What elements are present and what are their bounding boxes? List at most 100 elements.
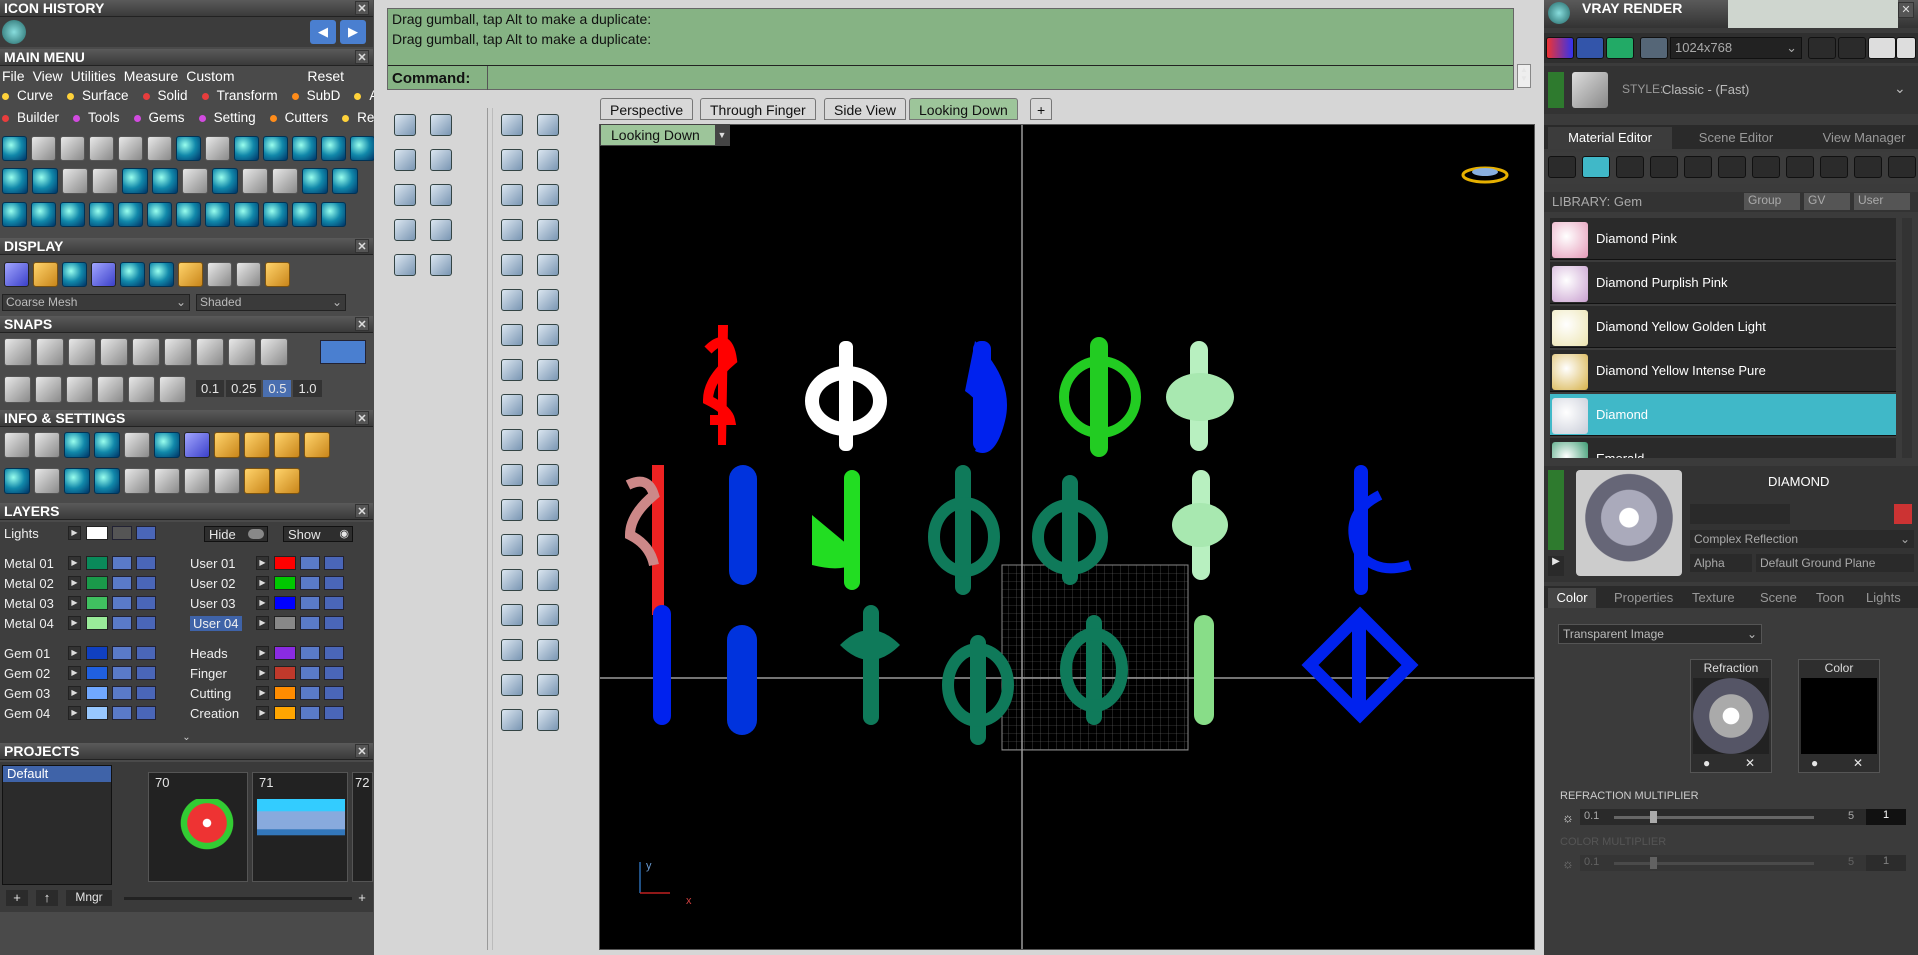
tool-icon[interactable] xyxy=(242,168,268,194)
slider-track[interactable] xyxy=(1614,816,1814,819)
tool-icon[interactable] xyxy=(212,168,238,194)
tool-icon[interactable] xyxy=(501,184,523,206)
close-icon[interactable]: ✕ xyxy=(355,744,369,758)
close-icon[interactable]: ✕ xyxy=(355,239,369,253)
visibility-toggle[interactable] xyxy=(324,646,344,660)
expand-arrow-icon[interactable]: ▶ xyxy=(256,706,269,720)
lock-icon[interactable] xyxy=(300,646,320,660)
layer-row[interactable]: Metal 03 ▶ xyxy=(0,596,180,614)
layer-color-swatch[interactable] xyxy=(86,556,108,570)
tool-icon[interactable] xyxy=(214,432,240,458)
tab-view-manager[interactable]: View Manager xyxy=(1812,127,1916,149)
visibility-toggle[interactable] xyxy=(324,556,344,570)
tool-icon[interactable] xyxy=(178,262,203,287)
tool-icon[interactable] xyxy=(176,202,201,227)
tool-icon[interactable] xyxy=(152,168,178,194)
layer-row-lights[interactable]: Lights ▶ xyxy=(0,526,170,544)
slider-value[interactable]: 1 xyxy=(1866,809,1906,825)
tool-icon[interactable] xyxy=(62,262,87,287)
tool-icon[interactable] xyxy=(263,136,288,161)
tool-icon[interactable] xyxy=(122,168,148,194)
tool-icon[interactable] xyxy=(234,136,259,161)
tool-icon[interactable] xyxy=(537,709,559,731)
layer-row[interactable]: User 03 ▶ xyxy=(186,596,366,614)
layer-color-swatch[interactable] xyxy=(86,706,108,720)
mesh-dropdown[interactable]: Coarse Mesh ⌄ xyxy=(2,294,190,311)
material-type-icon[interactable] xyxy=(1616,156,1644,178)
material-type-icon[interactable] xyxy=(1786,156,1814,178)
refraction-slot[interactable]: Refraction ● ✕ xyxy=(1690,659,1772,773)
menu-curve[interactable]: Curve xyxy=(2,88,61,103)
material-type-icon[interactable] xyxy=(1650,156,1678,178)
menu-cutters[interactable]: Cutters xyxy=(269,110,337,125)
tab-toon[interactable]: Toon xyxy=(1816,588,1844,608)
lock-icon[interactable] xyxy=(300,686,320,700)
expand-arrow-icon[interactable]: ▶ xyxy=(1548,556,1564,576)
material-type-icon[interactable] xyxy=(1684,156,1712,178)
tool-icon[interactable] xyxy=(4,376,31,403)
layer-color-swatch[interactable] xyxy=(86,576,108,590)
tool-icon[interactable] xyxy=(205,202,230,227)
expand-arrow-icon[interactable]: ▶ xyxy=(68,686,81,700)
layer-color-swatch[interactable] xyxy=(274,576,296,590)
tool-icon[interactable] xyxy=(501,254,523,276)
view-dropdown[interactable]: Looking Down ▼ xyxy=(600,124,730,146)
layer-name[interactable]: Metal 01 xyxy=(4,556,54,571)
layer-color-swatch[interactable] xyxy=(274,706,296,720)
tool-icon[interactable] xyxy=(36,338,64,366)
menu-subd[interactable]: SubD xyxy=(291,88,349,103)
tool-icon[interactable] xyxy=(182,168,208,194)
tool-icon[interactable] xyxy=(60,202,85,227)
layer-name[interactable]: Metal 03 xyxy=(4,596,54,611)
layer-color-swatch[interactable] xyxy=(86,616,108,630)
layer-name[interactable]: Gem 02 xyxy=(4,666,50,681)
lock-icon[interactable] xyxy=(300,576,320,590)
lock-icon[interactable] xyxy=(300,616,320,630)
tool-icon[interactable] xyxy=(4,432,30,458)
tool-icon[interactable] xyxy=(501,569,523,591)
tool-icon[interactable] xyxy=(236,262,261,287)
forward-arrow-icon[interactable]: ▶ xyxy=(340,20,366,44)
material-item[interactable]: Diamond Yellow Golden Light xyxy=(1550,306,1896,348)
ring-model[interactable] xyxy=(1059,337,1141,457)
visibility-toggle[interactable] xyxy=(324,686,344,700)
snap-value[interactable]: 0.1 xyxy=(196,380,225,397)
material-type-icon[interactable] xyxy=(1752,156,1780,178)
tool-icon[interactable] xyxy=(430,254,452,276)
ring-model[interactable] xyxy=(653,605,671,725)
expand-arrow-icon[interactable]: ▶ xyxy=(68,576,81,590)
remove-icon[interactable]: ✕ xyxy=(1745,756,1755,770)
shading-dropdown[interactable]: Shaded ⌄ xyxy=(196,294,346,311)
lock-icon[interactable] xyxy=(300,596,320,610)
tool-icon[interactable] xyxy=(272,168,298,194)
tool-icon[interactable] xyxy=(501,464,523,486)
visibility-toggle[interactable] xyxy=(324,706,344,720)
lock-icon[interactable] xyxy=(112,646,132,660)
lock-icon[interactable] xyxy=(112,526,132,540)
tab-side-view[interactable]: Side View xyxy=(824,98,907,120)
layer-name[interactable]: Gem 04 xyxy=(4,706,50,721)
tool-icon[interactable] xyxy=(31,136,56,161)
material-item[interactable]: Diamond xyxy=(1550,394,1896,436)
ring-model[interactable] xyxy=(1172,470,1228,580)
ring-model[interactable] xyxy=(1301,606,1419,724)
menu-utilities[interactable]: Utilities xyxy=(71,68,116,84)
tool-icon[interactable] xyxy=(430,149,452,171)
ground-dropdown[interactable]: Default Ground Plane xyxy=(1756,554,1914,572)
tool-icon[interactable] xyxy=(60,136,85,161)
tool-icon[interactable] xyxy=(350,136,375,161)
layer-name[interactable]: Creation xyxy=(190,706,239,721)
tool-icon[interactable] xyxy=(394,149,416,171)
tool-icon[interactable] xyxy=(501,324,523,346)
layer-color-swatch[interactable] xyxy=(274,556,296,570)
tool-icon[interactable] xyxy=(321,202,346,227)
menu-custom[interactable]: Custom xyxy=(186,68,234,84)
tool-icon[interactable] xyxy=(501,394,523,416)
tool-icon[interactable] xyxy=(394,184,416,206)
lock-icon[interactable] xyxy=(300,706,320,720)
tool-icon[interactable] xyxy=(244,468,270,494)
visibility-toggle[interactable] xyxy=(324,666,344,680)
ring-model[interactable] xyxy=(812,470,860,590)
ring-model[interactable] xyxy=(727,625,757,735)
tab-scene-editor[interactable]: Scene Editor xyxy=(1684,127,1788,149)
